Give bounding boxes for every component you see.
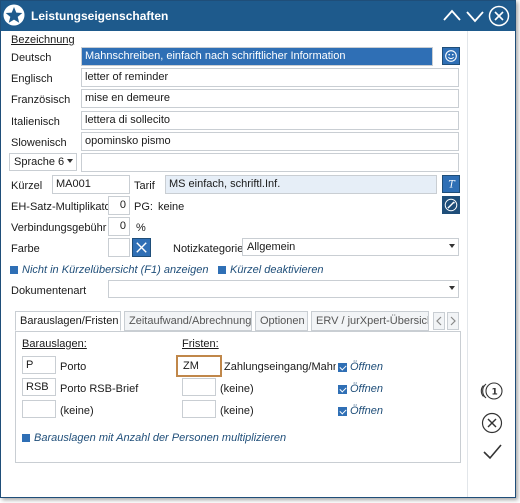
checkbox-square[interactable] [22,434,30,443]
sprache6-label: Sprache 6 [14,156,65,168]
frist-open-label: Öffnen [350,361,384,373]
tab-panel-barauslagen-fristen: Barauslagen: Fristen: P Porto ZM Zahlung… [15,331,461,463]
frist-code-field[interactable] [182,400,216,418]
tab-scroll-right-button[interactable] [447,312,459,330]
multiply-option[interactable]: Barauslagen mit Anzahl der Personen mult… [22,432,286,444]
eh-satz-field[interactable]: 0 [108,196,130,215]
notizkategorie-select[interactable]: Allgemein [242,238,459,256]
close-circle-icon[interactable] [488,5,510,27]
language-field-englisch[interactable]: letter of reminder [81,68,459,87]
star-icon [3,4,25,26]
frist-code-field[interactable]: ZM [176,355,222,377]
kuerzel-field[interactable]: MA001 [52,175,130,194]
language-label-italienisch: Italienisch [11,116,60,128]
language-field-franzoesisch[interactable]: mise en demeure [81,89,459,108]
page-one-icon[interactable]: 1 [480,379,504,403]
checkbox-square[interactable] [10,266,18,275]
tab-zeitaufwand-abrechnung[interactable]: Zeitaufwand/Abrechnung [124,311,252,331]
checkmark-icon[interactable] [480,439,504,463]
barauslage-text: Porto RSB-Brief [60,383,139,395]
chevron-down-icon [449,286,455,290]
sprache6-field[interactable] [81,153,459,172]
notizkategorie-label: Notizkategorie [173,243,244,255]
frist-open-option[interactable]: Öffnen [338,405,383,417]
barauslage-code-field[interactable] [22,400,56,418]
frist-text: (keine) [220,383,254,395]
action-sidebar: 1 [467,31,515,497]
nicht-in-kuerzel-option[interactable]: Nicht in Kürzelübersicht (F1) anzeigen [10,264,208,276]
edit-icon[interactable] [442,196,460,214]
pg-label: PG: [134,201,153,213]
chevron-left-icon [436,316,442,326]
clear-color-icon[interactable] [132,238,151,257]
barauslage-text: Porto [60,361,87,373]
notizkategorie-value: Allgemein [247,241,296,253]
barauslagen-header: Barauslagen: [22,338,87,350]
tab-scroll-left-button[interactable] [433,312,445,330]
verbindung-unit: % [136,222,146,234]
tab-barauslagen-fristen[interactable]: Barauslagen/Fristen [15,311,121,331]
smiley-icon[interactable] [442,47,460,65]
language-label-franzoesisch: Französisch [11,94,71,106]
farbe-label: Farbe [11,243,40,255]
verbindung-field[interactable]: 0 [108,217,130,236]
tab-optionen[interactable]: Optionen [255,311,308,331]
frist-open-option[interactable]: Öffnen [338,383,383,395]
dokumentenart-label: Dokumentenart [11,285,87,297]
window-title: Leistungseigenschaften [31,9,169,23]
barauslage-text: (keine) [60,405,94,417]
verbindung-label: Verbindungsgebühr [11,222,107,234]
checkbox-square[interactable] [218,266,226,275]
barauslage-code-field[interactable]: RSB [22,378,56,396]
sprache6-select[interactable]: Sprache 6 [9,153,77,171]
checkbox[interactable] [338,406,347,416]
frist-text: (keine) [220,405,254,417]
tarif-field[interactable]: MS einfach, schriftl.Inf. [165,175,437,194]
fristen-header: Fristen: [182,338,219,350]
frist-open-option[interactable]: Öffnen [338,361,383,373]
language-field-slowenisch[interactable]: opominsko pismo [81,132,459,151]
checkbox[interactable] [338,384,347,394]
eh-satz-label: EH-Satz-Multiplikator [11,201,115,213]
cancel-circle-icon[interactable] [480,411,504,435]
form-content: Bezeichnung Deutsch Mahnschreiben, einfa… [1,31,467,497]
kuerzel-deaktivieren-label: Kürzel deaktivieren [230,264,324,276]
frist-text: Zahlungseingang/Mahnkl [224,361,336,373]
italic-t-icon[interactable]: T [442,175,460,193]
language-label-deutsch: Deutsch [11,52,52,64]
language-field-italienisch[interactable]: lettera di sollecito [81,111,459,130]
language-label-englisch: Englisch [11,73,53,85]
color-swatch[interactable] [108,238,130,257]
chevron-up-icon[interactable] [441,5,463,27]
pg-value: keine [158,201,185,213]
svg-text:T: T [448,180,456,191]
frist-code-field[interactable] [182,378,216,396]
kuerzel-deaktivieren-option[interactable]: Kürzel deaktivieren [218,264,324,276]
nicht-in-kuerzel-label: Nicht in Kürzelübersicht (F1) anzeigen [22,264,209,276]
chevron-down-icon [67,159,73,163]
tab-erv-jurxpert[interactable]: ERV / jurXpert-Übersicht [311,311,429,331]
dokumentenart-select[interactable] [108,280,459,298]
frist-open-label: Öffnen [350,383,384,395]
language-field-deutsch[interactable]: Mahnschreiben, einfach nach schriftliche… [81,47,433,66]
language-label-slowenisch: Slowenisch [11,137,67,149]
multiply-label: Barauslagen mit Anzahl der Personen mult… [34,432,287,444]
barauslage-code-field[interactable]: P [22,356,56,374]
svg-text:1: 1 [492,388,498,398]
chevron-down-icon [449,244,455,248]
bezeichnung-header[interactable]: Bezeichnung [11,34,75,46]
chevron-right-icon [450,316,456,326]
dialog-window: Leistungseigenschaften Bezeichnung Deuts… [0,0,516,498]
tab-bar: Barauslagen/Fristen Zeitaufwand/Abrechnu… [15,311,461,331]
chevron-down-icon[interactable] [464,5,486,27]
kuerzel-label: Kürzel [11,180,43,192]
checkbox[interactable] [338,362,347,372]
frist-open-label: Öffnen [350,405,384,417]
tarif-label: Tarif [134,180,155,192]
title-bar: Leistungseigenschaften [1,1,515,31]
